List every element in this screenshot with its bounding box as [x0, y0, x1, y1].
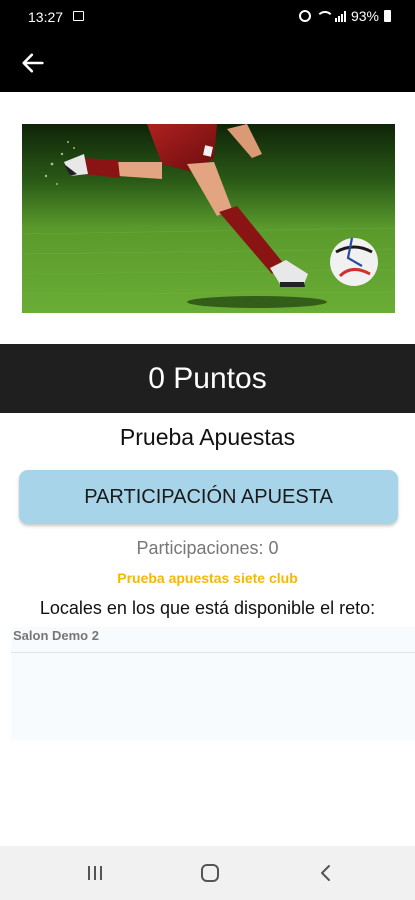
status-bar: 13:27 93%: [0, 0, 415, 34]
status-time: 13:27: [28, 9, 64, 25]
alarm-icon: [298, 10, 311, 22]
points-label: 0 Puntos: [148, 361, 267, 395]
image-notification-icon: [73, 11, 84, 21]
back-chevron-icon: [321, 865, 330, 881]
venues-heading: Locales en los que está disponible el re…: [39, 598, 376, 618]
home-button[interactable]: [195, 859, 225, 887]
recent-apps-button[interactable]: [80, 859, 110, 887]
football-player-image: [22, 124, 395, 313]
wifi-icon: [315, 11, 334, 21]
app-bar: [0, 34, 415, 92]
points-banner: 0 Puntos: [0, 344, 415, 413]
club-name: Prueba apuestas siete club: [117, 570, 298, 586]
participate-button[interactable]: PARTICIPACIÓN APUESTA: [19, 470, 398, 524]
participations-count: Participaciones: 0: [136, 538, 279, 558]
back-button[interactable]: [14, 44, 52, 82]
challenge-title: Prueba Apuestas: [119, 424, 296, 450]
signal-icon: [334, 10, 346, 22]
challenge-image: [22, 124, 395, 313]
venue-item[interactable]: Salon Demo 2: [11, 627, 415, 653]
venue-list: Salon Demo 2: [11, 627, 415, 740]
recent-apps-icon: [88, 866, 102, 880]
home-icon: [201, 864, 219, 882]
arrow-left-icon: [22, 53, 44, 73]
battery-icon: [384, 10, 391, 22]
system-nav-bar: [0, 846, 415, 900]
status-icons: 93%: [298, 8, 391, 24]
system-back-button[interactable]: [311, 859, 341, 887]
battery-percent: 93%: [350, 8, 379, 24]
